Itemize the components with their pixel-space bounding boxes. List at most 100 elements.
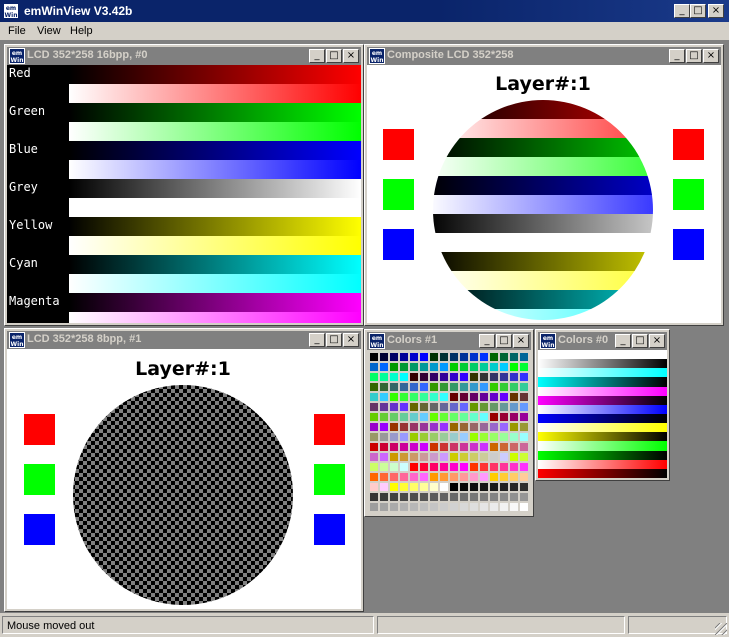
palette-cell bbox=[370, 373, 378, 381]
app-maximize-button[interactable]: □ bbox=[690, 4, 706, 18]
window-colors-1[interactable]: em Win Colors #1 _ □ × bbox=[364, 329, 534, 517]
menu-help[interactable]: Help bbox=[70, 25, 93, 37]
palette-cell bbox=[470, 363, 478, 371]
app-title-bar[interactable]: em Win emWinView V3.42b _ □ × bbox=[0, 0, 729, 22]
palette-cell bbox=[500, 423, 508, 431]
palette-cell bbox=[490, 503, 498, 511]
minimize-button[interactable]: _ bbox=[615, 334, 631, 348]
palette-cell bbox=[410, 353, 418, 361]
window-caption[interactable]: em Win Colors #1 _ □ × bbox=[367, 332, 531, 350]
palette-cell bbox=[410, 463, 418, 471]
palette-cell bbox=[380, 413, 388, 421]
maximize-button[interactable]: □ bbox=[632, 334, 648, 348]
palette-cell bbox=[410, 503, 418, 511]
maximize-button[interactable]: □ bbox=[326, 49, 342, 63]
palette-cell bbox=[430, 493, 438, 501]
close-button[interactable]: × bbox=[343, 49, 359, 63]
window-caption[interactable]: em Win LCD 352*258 8bpp, #1 _ □ × bbox=[7, 331, 361, 349]
close-button[interactable]: × bbox=[513, 334, 529, 348]
palette-cell bbox=[520, 443, 528, 451]
palette-cell bbox=[460, 383, 468, 391]
gradient-bar-light bbox=[69, 122, 361, 141]
maximize-button[interactable]: □ bbox=[496, 334, 512, 348]
minimize-button[interactable]: _ bbox=[309, 333, 325, 347]
maximize-button[interactable]: □ bbox=[326, 333, 342, 347]
palette-cell bbox=[440, 453, 448, 461]
palette-cell bbox=[440, 503, 448, 511]
window-caption[interactable]: em Win LCD 352*258 16bpp, #0 _ □ × bbox=[7, 47, 361, 65]
palette-cell bbox=[370, 433, 378, 441]
maximize-button[interactable]: □ bbox=[686, 49, 702, 63]
palette-cell bbox=[520, 483, 528, 491]
window-lcd-8bpp[interactable]: em Win LCD 352*258 8bpp, #1 _ □ × Layer#:… bbox=[4, 328, 364, 612]
palette-cell bbox=[510, 503, 518, 511]
close-button[interactable]: × bbox=[343, 333, 359, 347]
palette-cell bbox=[430, 363, 438, 371]
palette-cell bbox=[390, 353, 398, 361]
close-button[interactable]: × bbox=[649, 334, 665, 348]
palette-cell bbox=[410, 403, 418, 411]
menu-file[interactable]: File bbox=[8, 25, 26, 37]
palette-cell bbox=[380, 463, 388, 471]
gradient-bar-light bbox=[69, 84, 361, 103]
palette-cell bbox=[500, 373, 508, 381]
palette-cell bbox=[500, 473, 508, 481]
palette-cell bbox=[450, 363, 458, 371]
resize-grip[interactable] bbox=[715, 623, 727, 635]
palette-cell bbox=[470, 403, 478, 411]
palette-cell bbox=[370, 463, 378, 471]
window-composite-lcd[interactable]: em Win Composite LCD 352*258 _ □ × Layer#… bbox=[364, 44, 724, 326]
app-minimize-button[interactable]: _ bbox=[674, 4, 690, 18]
composite-canvas: Layer#:1 bbox=[383, 73, 704, 320]
palette-cell bbox=[450, 413, 458, 421]
window-lcd-16bpp[interactable]: em Win LCD 352*258 16bpp, #0 _ □ × Red Gre… bbox=[4, 44, 364, 326]
palette-cell bbox=[380, 453, 388, 461]
palette-cell bbox=[370, 503, 378, 511]
palette-cell bbox=[520, 413, 528, 421]
palette-cell bbox=[520, 433, 528, 441]
palette-cell bbox=[510, 443, 518, 451]
palette-cell bbox=[450, 383, 458, 391]
window-caption[interactable]: em Win Composite LCD 352*258 _ □ × bbox=[367, 47, 721, 65]
palette-cell bbox=[450, 393, 458, 401]
window-caption[interactable]: em Win Colors #0 _ □ × bbox=[538, 332, 667, 350]
palette-cell bbox=[450, 403, 458, 411]
minimize-button[interactable]: _ bbox=[479, 334, 495, 348]
palette-cell bbox=[510, 423, 518, 431]
palette-grid bbox=[367, 350, 531, 514]
palette-cell bbox=[420, 413, 428, 421]
palette-cell bbox=[480, 503, 488, 511]
palette-cell bbox=[440, 443, 448, 451]
palette-cell bbox=[460, 433, 468, 441]
palette-cell bbox=[470, 423, 478, 431]
lcd8-canvas: Layer#:1 bbox=[24, 358, 345, 605]
palette-cell bbox=[400, 473, 408, 481]
palette-cell bbox=[380, 483, 388, 491]
palette-cell bbox=[450, 453, 458, 461]
palette-cell bbox=[410, 363, 418, 371]
palette-cell bbox=[400, 413, 408, 421]
gradient-bar-dark bbox=[69, 179, 361, 198]
palette-cell bbox=[480, 393, 488, 401]
palette-cell bbox=[440, 423, 448, 431]
palette-cell bbox=[480, 383, 488, 391]
minimize-button[interactable]: _ bbox=[669, 49, 685, 63]
palette-cell bbox=[420, 363, 428, 371]
palette-cell bbox=[480, 493, 488, 501]
close-button[interactable]: × bbox=[703, 49, 719, 63]
menu-view[interactable]: View bbox=[37, 25, 61, 37]
color-square bbox=[383, 129, 414, 160]
app-close-button[interactable]: × bbox=[708, 4, 724, 18]
minimize-button[interactable]: _ bbox=[309, 49, 325, 63]
palette-cell bbox=[430, 393, 438, 401]
palette-cell bbox=[430, 383, 438, 391]
palette-cell bbox=[440, 363, 448, 371]
window-logo-icon: em Win bbox=[540, 333, 556, 349]
window-colors-0[interactable]: em Win Colors #0 _ □ × bbox=[535, 329, 670, 481]
palette-cell bbox=[390, 493, 398, 501]
palette-cell bbox=[470, 383, 478, 391]
palette-cell bbox=[500, 503, 508, 511]
color-square bbox=[24, 464, 55, 495]
palette-cell bbox=[440, 413, 448, 421]
palette-cell bbox=[400, 433, 408, 441]
